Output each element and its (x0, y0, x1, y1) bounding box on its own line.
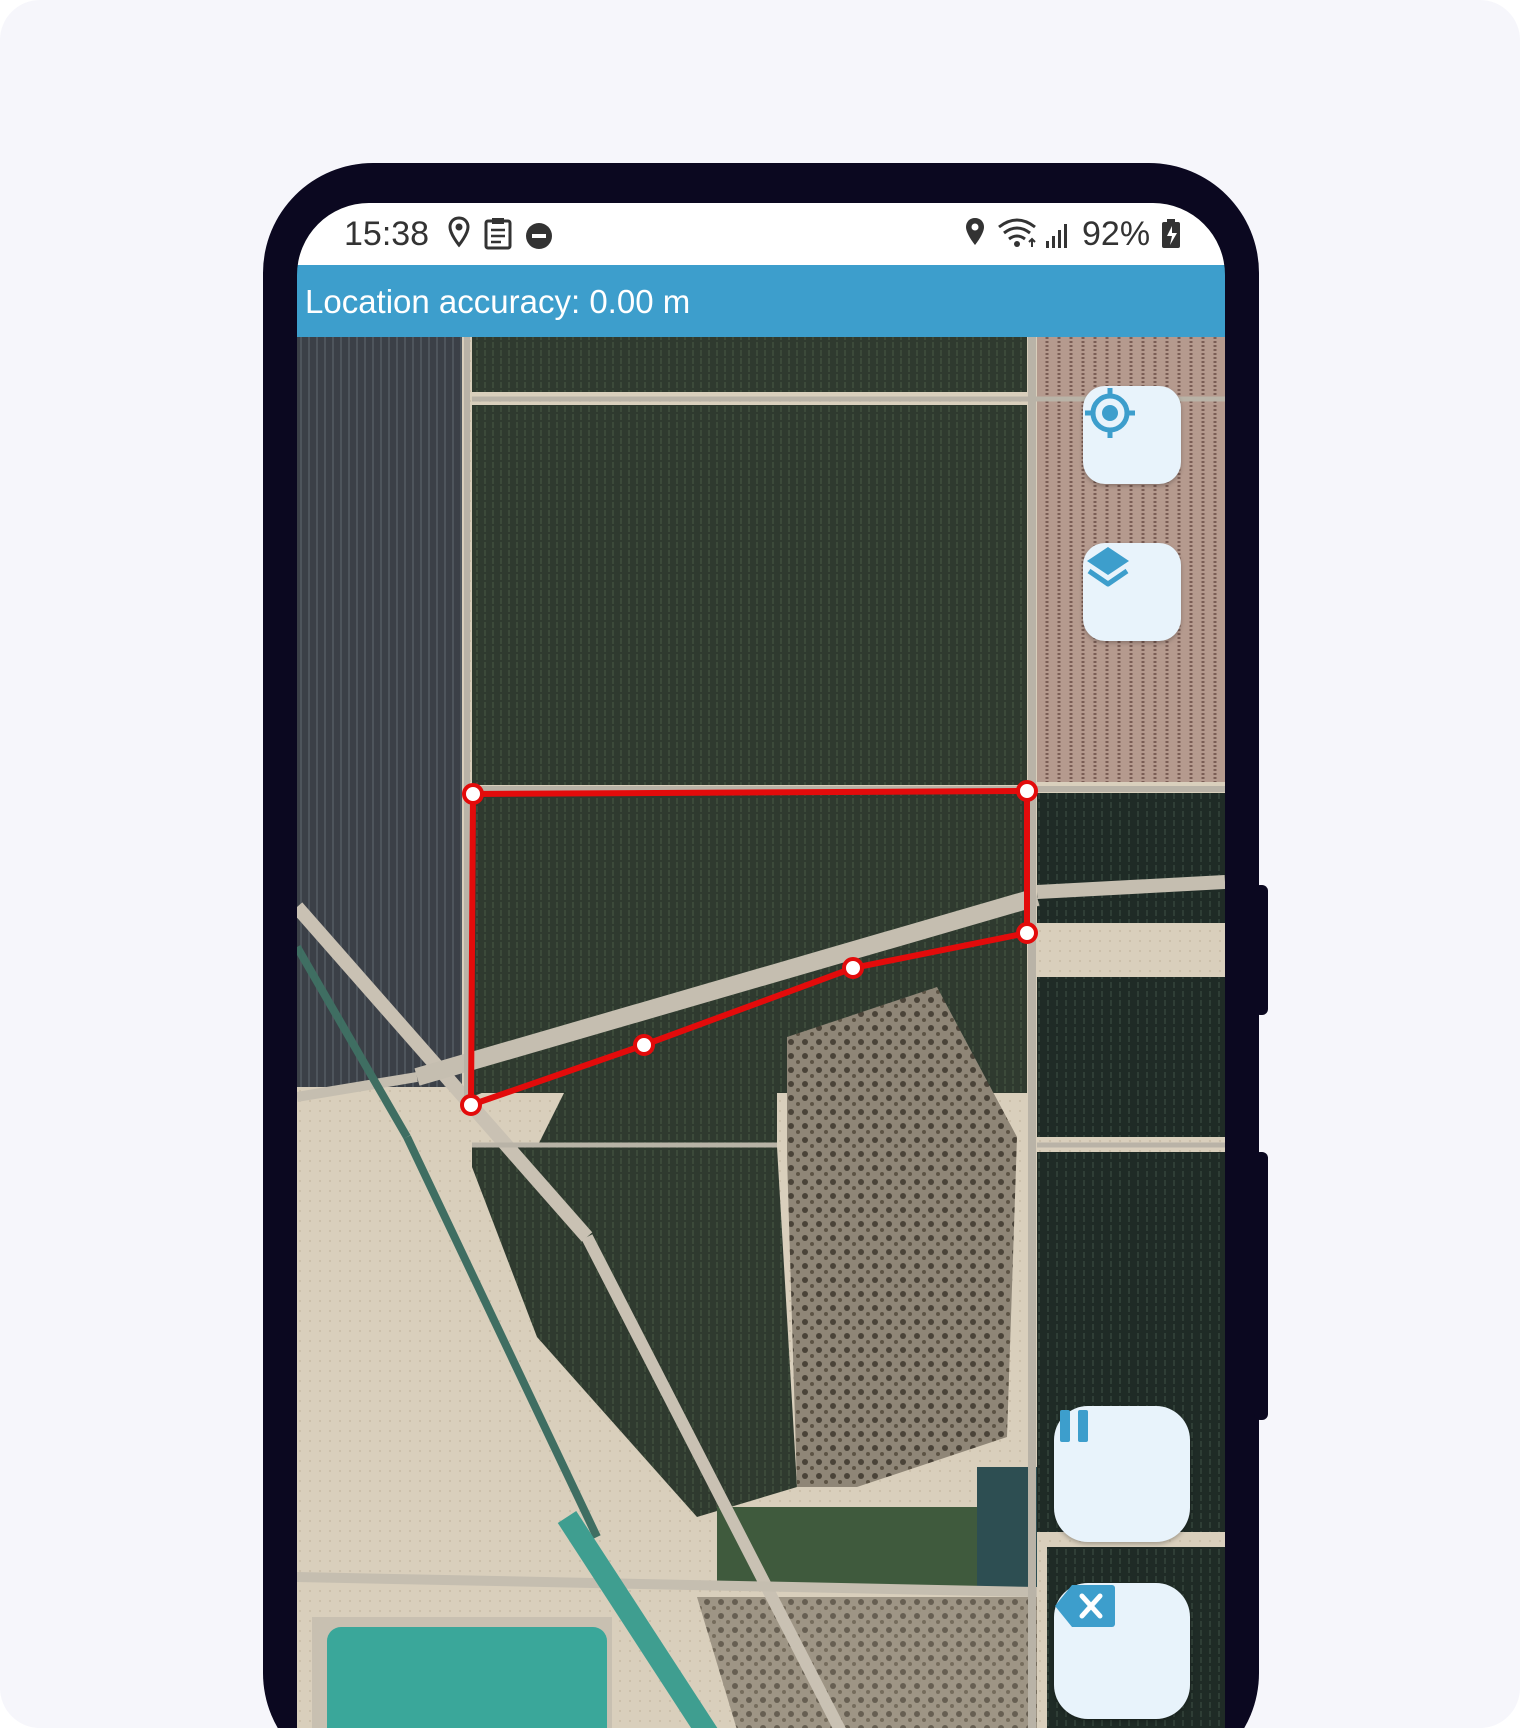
do-not-disturb-icon (525, 220, 553, 259)
locate-me-button[interactable] (1083, 386, 1181, 484)
satellite-map[interactable] (297, 337, 1225, 1728)
map-layers-button[interactable] (1083, 543, 1181, 641)
phone-volume-button (1254, 1152, 1268, 1420)
pause-recording-button[interactable] (1054, 1406, 1190, 1542)
location-accuracy-text: Location accuracy: 0.00 m (305, 283, 691, 320)
delete-last-point-button[interactable] (1054, 1583, 1190, 1719)
location-pin-icon (447, 216, 471, 257)
phone-side-button (1254, 885, 1268, 1015)
wifi-icon (997, 217, 1039, 258)
location-accuracy-banner: Location accuracy: 0.00 m (297, 265, 1225, 337)
battery-charging-icon (1161, 219, 1181, 258)
phone-screen: 15:38 92% Location accuracy: 0.00 m (297, 203, 1225, 1728)
status-time: 15:38 (344, 215, 430, 253)
signal-icon (1045, 219, 1071, 258)
status-bar: 15:38 92% (297, 203, 1225, 265)
location-pin-icon (963, 216, 987, 257)
clipboard-icon (483, 216, 513, 259)
background: 15:38 92% Location accuracy: 0.00 m (0, 0, 1520, 1728)
battery-percentage: 92% (1082, 215, 1151, 253)
